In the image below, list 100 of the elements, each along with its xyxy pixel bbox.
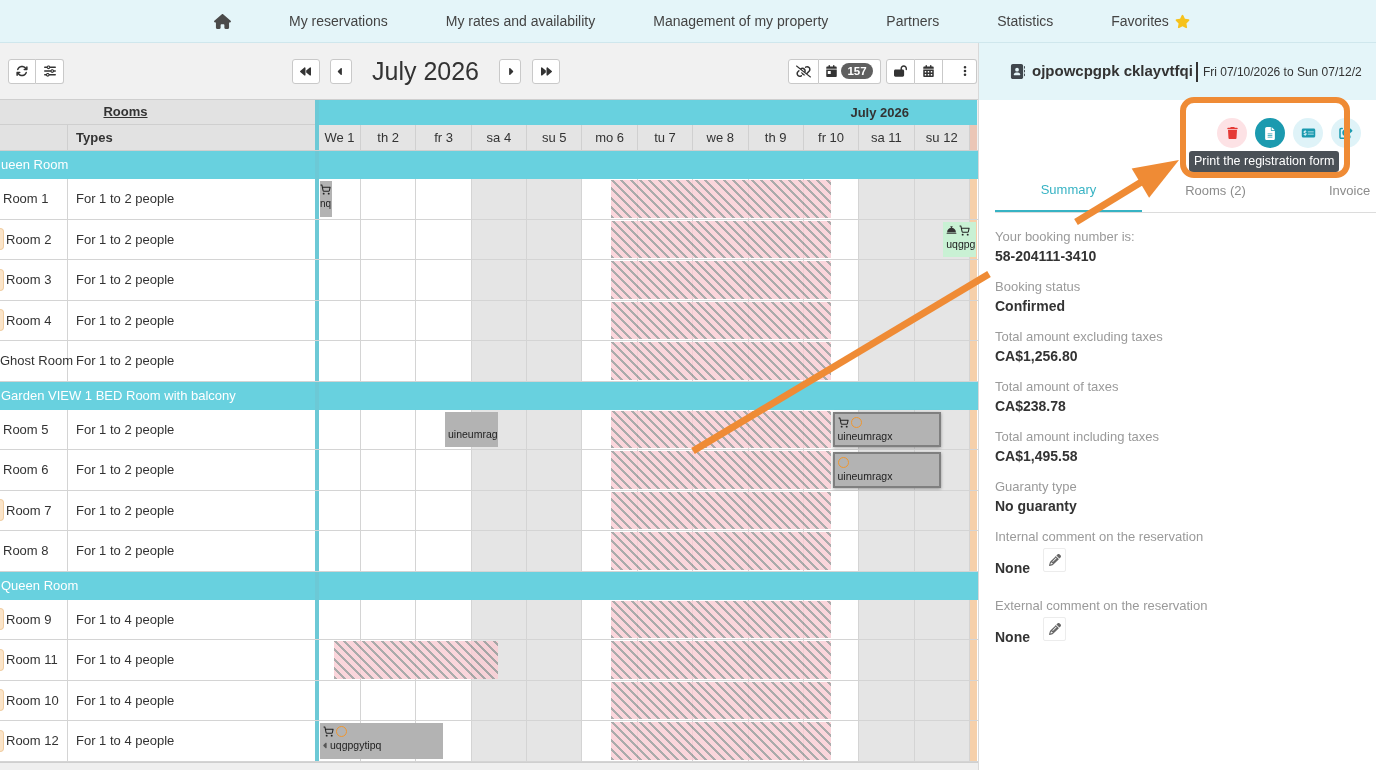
field-label: Booking status bbox=[995, 278, 1081, 296]
open-lock-icon bbox=[894, 65, 907, 77]
fast-forward-button[interactable] bbox=[532, 58, 560, 84]
fast-backward-button[interactable] bbox=[292, 58, 320, 84]
caret-right-icon bbox=[506, 65, 514, 77]
room-type: For 1 to 2 people bbox=[76, 461, 175, 479]
next-button[interactable] bbox=[499, 58, 521, 84]
room-name: Ghost Room bbox=[0, 352, 73, 370]
day-header: fr 10 bbox=[803, 125, 860, 150]
nav-link[interactable]: Statistics bbox=[997, 10, 1054, 32]
booking-bar[interactable]: uqgpgytipq bbox=[320, 723, 443, 759]
day-header: we 8 bbox=[693, 125, 749, 150]
room-name: Room 7 bbox=[6, 501, 52, 520]
room-type: For 1 to 2 people bbox=[76, 311, 175, 330]
calendar-button[interactable] bbox=[915, 58, 943, 84]
previous-button[interactable] bbox=[330, 58, 352, 84]
tab[interactable]: Invoice bbox=[1289, 179, 1376, 212]
booking-bar[interactable]: uqgpg bbox=[943, 221, 976, 257]
nav-link[interactable]: Partners bbox=[886, 10, 940, 32]
delete-button[interactable] bbox=[1217, 118, 1247, 148]
nav-link[interactable]: Management of my property bbox=[653, 10, 829, 32]
caret-left-icon bbox=[337, 65, 345, 77]
room-type: For 1 to 4 people bbox=[76, 732, 175, 750]
cart-icon bbox=[837, 416, 849, 428]
room-type: For 1 to 2 people bbox=[76, 352, 175, 370]
nav-link[interactable]: My reservations bbox=[289, 10, 388, 32]
day-header bbox=[969, 125, 977, 150]
booking-bar[interactable]: uineumrag bbox=[445, 411, 499, 447]
home-icon bbox=[214, 13, 231, 29]
month-title: July 2026 bbox=[372, 58, 479, 84]
month-header: July 2026 bbox=[319, 100, 977, 125]
room-name: Room 5 bbox=[3, 420, 49, 439]
cart-icon bbox=[959, 224, 971, 236]
calendar-count-button[interactable]: 157 bbox=[819, 58, 881, 84]
share-icon bbox=[1339, 127, 1353, 139]
room-name: Room 10 bbox=[6, 691, 59, 710]
refresh-icon bbox=[16, 65, 28, 77]
day-header: sa 4 bbox=[471, 125, 528, 150]
contact-card-icon bbox=[1010, 63, 1025, 80]
day-header: th 2 bbox=[361, 125, 417, 150]
field-value: None bbox=[995, 628, 1030, 647]
cart-icon bbox=[320, 184, 331, 195]
room-type: For 1 to 2 people bbox=[76, 271, 175, 289]
room-type: For 1 to 2 people bbox=[76, 230, 175, 249]
category-name: Garden VIEW 1 BED Room with balcony bbox=[0, 386, 237, 405]
pencil-icon bbox=[1048, 623, 1061, 635]
category-name: ueen Room bbox=[0, 156, 70, 175]
room-name: Room 9 bbox=[6, 610, 52, 629]
room-type: For 1 to 2 people bbox=[76, 542, 175, 560]
booking-bar[interactable]: uineumragx bbox=[832, 411, 942, 447]
lock-button[interactable] bbox=[886, 58, 915, 84]
document-icon bbox=[1265, 126, 1275, 140]
home-button[interactable] bbox=[214, 13, 231, 29]
field-label: Your booking number is: bbox=[995, 228, 1135, 246]
count-badge: 157 bbox=[841, 63, 873, 79]
field-value: CA$1,495.58 bbox=[995, 447, 1078, 466]
hide-links-button[interactable] bbox=[788, 58, 819, 84]
room-type: For 1 to 2 people bbox=[76, 420, 175, 439]
day-header: tu 7 bbox=[637, 125, 694, 150]
category-name: Queen Room bbox=[0, 576, 80, 595]
field-value: None bbox=[995, 559, 1030, 578]
bell-icon bbox=[946, 225, 958, 235]
payment-card-icon bbox=[1300, 127, 1316, 139]
day-header: su 5 bbox=[527, 125, 583, 150]
day-header: sa 11 bbox=[859, 125, 915, 150]
filter-button[interactable] bbox=[36, 58, 64, 84]
field-label: Internal comment on the reservation bbox=[995, 528, 1204, 546]
edit-button[interactable] bbox=[1043, 617, 1066, 641]
day-header: mo 6 bbox=[582, 125, 638, 150]
fast-backward-icon bbox=[300, 65, 312, 77]
room-name: Room 6 bbox=[3, 461, 49, 479]
field-value: 58-204111-3410 bbox=[995, 247, 1097, 266]
room-name: Room 8 bbox=[3, 542, 49, 560]
room-name: Room 2 bbox=[6, 230, 52, 249]
link-slash-icon bbox=[796, 64, 811, 78]
edit-button[interactable] bbox=[1043, 548, 1066, 572]
header-cell: Types bbox=[68, 125, 315, 150]
refresh-button[interactable] bbox=[8, 58, 36, 84]
nav-link[interactable]: My rates and availability bbox=[445, 10, 596, 32]
nav-link[interactable]: Favorites bbox=[1111, 10, 1190, 32]
day-header: We 1 bbox=[319, 125, 361, 150]
payment-button[interactable] bbox=[1293, 118, 1323, 148]
more-icon bbox=[963, 65, 967, 77]
day-header: su 12 bbox=[914, 125, 970, 150]
tab[interactable]: Rooms (2) bbox=[1142, 179, 1289, 212]
field-value: CA$1,256.80 bbox=[995, 347, 1078, 366]
print-button[interactable] bbox=[1255, 118, 1285, 148]
calendar-icon bbox=[826, 65, 838, 77]
field-label: Guaranty type bbox=[995, 478, 1077, 496]
trash-icon bbox=[1226, 127, 1238, 139]
sliders-icon bbox=[43, 65, 56, 77]
pencil-icon bbox=[1048, 554, 1061, 566]
star-icon bbox=[1174, 13, 1190, 29]
booking-bar[interactable]: nq bbox=[320, 181, 333, 217]
cart-icon bbox=[323, 726, 334, 737]
field-value: CA$238.78 bbox=[995, 397, 1066, 416]
room-type: For 1 to 2 people bbox=[76, 501, 175, 520]
field-value: No guaranty bbox=[995, 497, 1077, 516]
field-label: Total amount of taxes bbox=[995, 378, 1119, 396]
fast-forward-icon bbox=[540, 65, 552, 77]
